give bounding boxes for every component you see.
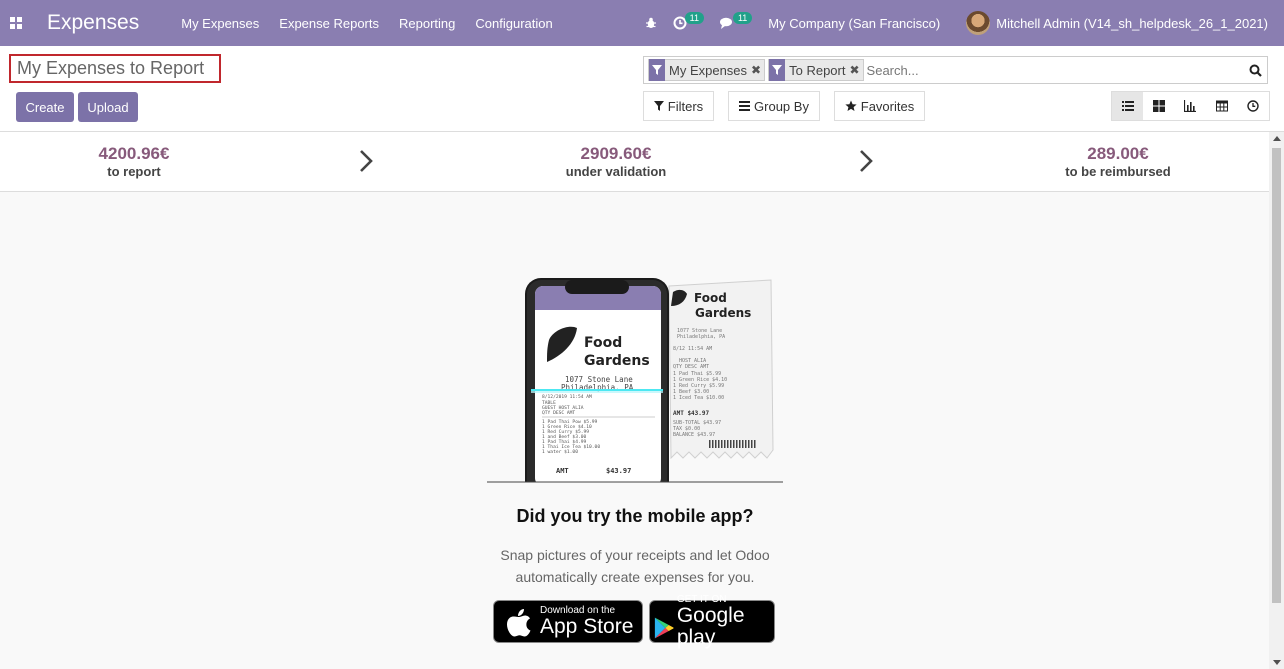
facet-label: To Report (789, 62, 846, 78)
vertical-scrollbar[interactable] (1269, 132, 1284, 669)
activity-view-icon[interactable] (1238, 92, 1269, 120)
filter-icon (653, 101, 664, 111)
google-play-text: GET IT ON Google play (677, 594, 774, 649)
google-play-big: Google play (676, 604, 745, 649)
bars-icon (739, 101, 751, 111)
menu-configuration[interactable]: Configuration (475, 16, 552, 31)
user-avatar[interactable] (966, 11, 991, 35)
user-menu[interactable]: Mitchell Admin (V14_sh_helpdesk_26_1_202… (996, 16, 1268, 31)
reimbursed-amount: 289.00€ (1087, 144, 1149, 163)
under-validation-stat[interactable]: 2909.60€ under validation (536, 144, 696, 179)
filters-label: Filters (667, 98, 704, 114)
svg-text:1 water $1.00: 1 water $1.00 (542, 449, 578, 455)
pivot-view-icon[interactable] (1206, 92, 1237, 120)
menu-expense-reports[interactable]: Expense Reports (279, 16, 379, 31)
reimbursed-label: to be reimbursed (1065, 164, 1171, 179)
svg-text:QTY DESC AMT: QTY DESC AMT (542, 410, 575, 416)
scroll-thumb[interactable] (1272, 148, 1281, 603)
help-title: Did you try the mobile app? (516, 506, 754, 526)
google-play-button[interactable]: GET IT ON Google play (649, 594, 775, 649)
mobile-receipt-illustration: 1077 Stone Lane Philadelphia, PA 8/12 11… (487, 278, 783, 491)
svg-text:8/12/2019 11:54 AM: 8/12/2019 11:54 AM (542, 394, 592, 400)
app-store-text: Download on the App Store (540, 605, 633, 638)
app-title[interactable]: Expenses (47, 11, 139, 35)
favorites-label: Favorites (860, 98, 915, 114)
star-icon (845, 100, 857, 111)
favorites-button[interactable]: Favorites (834, 91, 925, 121)
search-input[interactable] (866, 62, 1243, 78)
facet-remove-icon[interactable]: ✖ (751, 63, 764, 77)
facet-my-expenses: My Expenses ✖ (648, 59, 766, 81)
kanban-view-icon[interactable] (1143, 92, 1174, 120)
svg-text:Gardens: Gardens (584, 353, 650, 369)
chevron-right-icon (360, 150, 373, 172)
to-report-label: to report (107, 164, 161, 179)
apps-menu-icon[interactable] (0, 0, 32, 46)
messages-badge: 11 (732, 12, 753, 24)
svg-text:8/12 11:54 AM: 8/12 11:54 AM (673, 346, 712, 352)
scroll-up-arrow-icon[interactable] (1273, 136, 1281, 141)
search-bar: My Expenses ✖ To Report ✖ (643, 56, 1268, 84)
facet-to-report: To Report ✖ (768, 59, 864, 81)
help-text-line: automatically create expenses for you. (515, 569, 755, 585)
company-switcher[interactable]: My Company (San Francisco) (768, 16, 940, 31)
facet-label: My Expenses (669, 62, 748, 78)
svg-text:$43.97: $43.97 (606, 467, 631, 475)
upload-button[interactable]: Upload (78, 92, 138, 122)
list-view-icon[interactable] (1112, 92, 1144, 120)
svg-text:BALANCE $43.97: BALANCE $43.97 (673, 432, 715, 438)
filter-icon (649, 59, 665, 81)
google-play-icon (654, 617, 674, 638)
svg-text:Food: Food (694, 291, 727, 305)
activity-badge: 11 (684, 12, 704, 24)
graph-view-icon[interactable] (1175, 92, 1206, 120)
empty-state-help: 1077 Stone Lane Philadelphia, PA 8/12 11… (0, 192, 1269, 669)
app-store-big: App Store (540, 615, 634, 638)
groupby-button[interactable]: Group By (728, 91, 820, 121)
control-panel: My Expenses to Report Create Upload My E… (0, 46, 1284, 132)
chevron-right-icon (860, 150, 873, 172)
top-navbar: Expenses My Expenses Expense Reports Rep… (0, 0, 1284, 46)
under-validation-label: under validation (565, 164, 667, 179)
filter-icon (769, 59, 786, 81)
svg-text:1 Iced Tea $10.00: 1 Iced Tea $10.00 (673, 395, 724, 401)
messages-icon[interactable]: 11 (719, 12, 753, 30)
apple-icon (507, 608, 531, 636)
help-text: Snap pictures of your receipts and let O… (470, 544, 800, 588)
app-store-button[interactable]: Download on the App Store (493, 600, 643, 643)
scroll-down-arrow-icon[interactable] (1273, 660, 1281, 665)
to-report-amount: 4200.96€ (98, 144, 170, 163)
view-switcher (1111, 91, 1270, 121)
svg-text:AMT: AMT (556, 467, 569, 475)
svg-text:Gardens: Gardens (695, 306, 751, 320)
svg-text:AMT $43.97: AMT $43.97 (673, 410, 710, 417)
svg-text:Food: Food (584, 335, 622, 351)
help-text-line: Snap pictures of your receipts and let O… (500, 547, 770, 563)
filters-button[interactable]: Filters (643, 91, 714, 121)
svg-text:Philadelphia, PA: Philadelphia, PA (677, 334, 725, 340)
menu-reporting[interactable]: Reporting (399, 16, 455, 31)
to-report-stat[interactable]: 4200.96€ to report (64, 144, 204, 179)
facet-remove-icon[interactable]: ✖ (849, 63, 862, 77)
reimbursed-stat[interactable]: 289.00€ to be reimbursed (1040, 144, 1196, 179)
menu-my-expenses[interactable]: My Expenses (181, 16, 259, 31)
search-icon[interactable] (1243, 64, 1267, 77)
groupby-label: Group By (754, 98, 809, 114)
svg-text:QTY DESC AMT: QTY DESC AMT (673, 364, 709, 370)
under-validation-amount: 2909.60€ (580, 144, 652, 163)
activity-clock-icon[interactable]: 11 (673, 12, 704, 30)
breadcrumb: My Expenses to Report (9, 54, 221, 83)
bug-icon[interactable] (645, 17, 657, 29)
create-button[interactable]: Create (16, 92, 74, 122)
expense-dashboard: 4200.96€ to report 2909.60€ under valida… (0, 132, 1269, 192)
